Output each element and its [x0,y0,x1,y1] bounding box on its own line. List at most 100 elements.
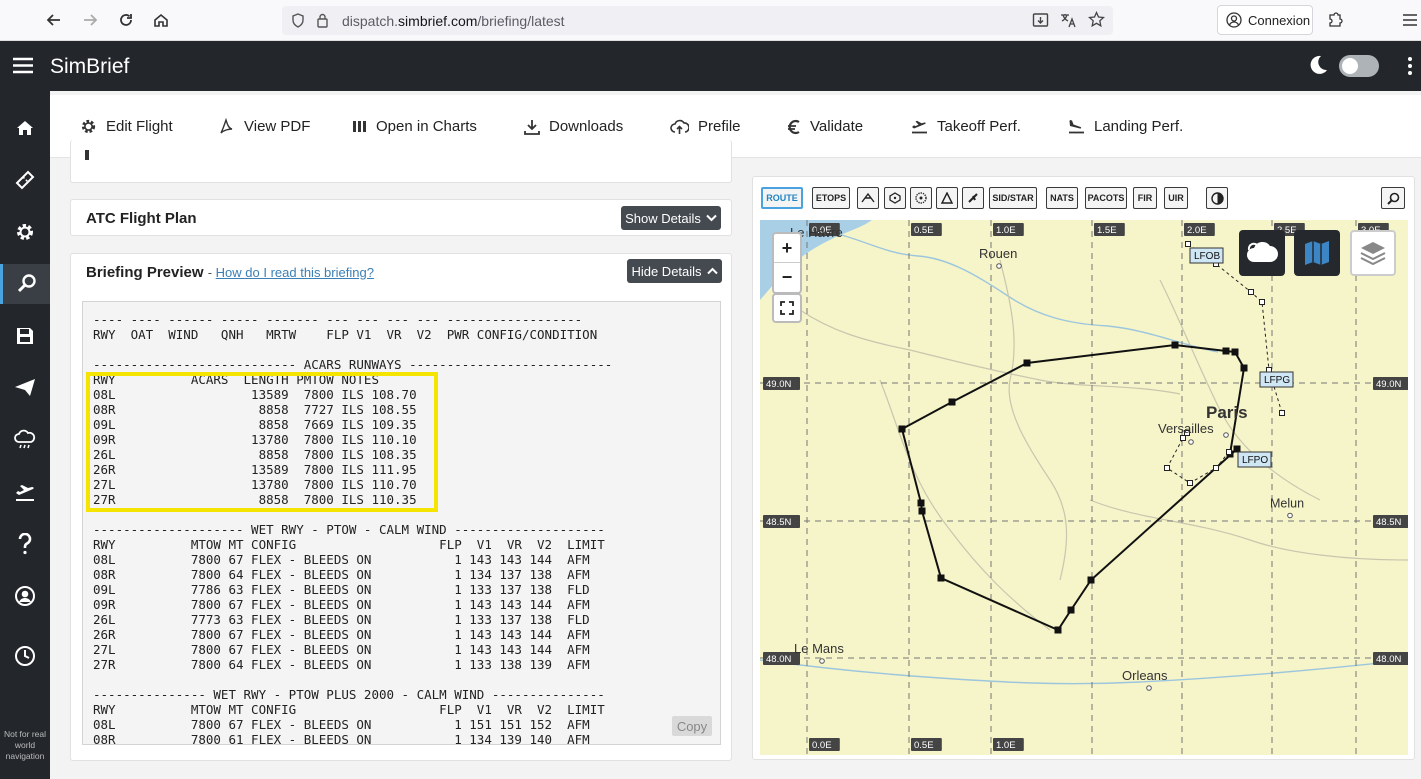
waypoint-tool-icon[interactable] [936,187,958,209]
screenshot-icon[interactable] [1032,12,1049,28]
paper-plane-icon[interactable] [0,368,50,408]
route-waypoint [1054,626,1062,634]
search-icon[interactable] [0,264,50,304]
airway-tool-icon[interactable] [857,187,879,209]
disclaimer-note: Not for real world navigation [3,729,47,761]
route-waypoint [1240,364,1248,372]
latitude-label: 49.0N [1376,379,1401,390]
map-search-icon[interactable] [1381,187,1405,209]
route-waypoint [1087,576,1095,584]
briefing-line: -------------------- WET RWY - PTOW - CA… [93,522,605,537]
route-waypoint [898,425,906,433]
zoom-in-button[interactable]: + [774,234,800,263]
uir-tool-button[interactable]: UIR [1164,187,1188,209]
longitude-label: 0.0E [812,740,832,751]
briefing-header: Briefing Preview - How do I read this br… [86,264,374,281]
longitude-label: 0.5E [914,225,934,236]
reload-icon[interactable] [113,8,139,32]
takeoff-perf-label: Takeoff Perf. [937,118,1021,135]
sid-star-tool-button[interactable]: SID/STAR [989,187,1037,209]
extensions-icon[interactable] [1322,8,1348,32]
briefing-line: RWY MTOW MT CONFIG FLP V1 VR V2 LIMIT [93,702,605,717]
procedure-waypoint [1185,241,1191,247]
home-icon[interactable] [0,108,50,148]
landing-perf-label: Landing Perf. [1094,118,1184,135]
briefing-title: Briefing Preview [86,264,204,281]
ticket-icon[interactable] [0,160,50,200]
home-icon[interactable] [148,8,174,32]
settings-icon[interactable] [0,212,50,252]
city-label: Paris [1206,403,1248,422]
briefing-preview-card: Briefing Preview - How do I read this br… [70,253,732,761]
route-waypoint [917,499,925,507]
route-waypoint [1171,341,1179,349]
route-waypoint [937,574,945,582]
translate-icon[interactable] [1059,12,1077,28]
airport-code[interactable]: LFPO [1242,455,1268,466]
fullscreen-icon[interactable] [772,293,802,323]
account-label: Connexion [1248,12,1311,28]
route-map[interactable]: 0.0E0.0E0.5E0.5E1.0E1.0E1.5E2.0E2.5E3.0E… [760,220,1408,755]
help-icon[interactable] [0,524,50,564]
app-title[interactable]: SimBrief [50,55,129,79]
route-waypoint [1222,347,1230,355]
ndb-tool-icon[interactable] [910,187,932,209]
etops-tool-button[interactable]: ETOPS [812,187,850,209]
view-pdf-label: View PDF [244,118,311,135]
layers-icon[interactable] [1350,230,1396,276]
longitude-label: 1.5E [1097,225,1117,236]
zoom-control: + − [772,232,802,294]
map-view-icon[interactable] [1294,230,1340,276]
briefing-text-area[interactable]: ---- ---- ------ ----- ------- --- --- -… [82,301,721,745]
weather-layer-icon[interactable] [1239,230,1285,276]
contrast-tool-icon[interactable] [1206,187,1228,209]
takeoff-icon[interactable] [0,472,50,512]
takeoff-perf-button[interactable]: Takeoff Perf. [911,95,1021,158]
nats-tool-button[interactable]: NATS [1046,187,1078,209]
river-seine [837,233,1219,353]
back-icon[interactable] [41,8,67,32]
acars-runways-highlight [86,372,438,512]
briefing-help-link[interactable]: How do I read this briefing? [216,265,374,280]
vor-tool-icon[interactable] [884,187,906,209]
airport-tool-icon[interactable] [962,187,984,209]
address-bar[interactable]: dispatch.simbrief.com/briefing/latest [282,6,1113,35]
url-text[interactable]: dispatch.simbrief.com/briefing/latest [342,13,565,29]
menu-icon[interactable] [1397,8,1421,32]
dark-mode-toggle[interactable] [1339,55,1379,77]
validate-button[interactable]: Validate [786,95,863,158]
history-icon[interactable] [0,636,50,676]
cloud-upload-icon [670,119,689,135]
chevron-down-icon [706,214,717,222]
app-header: SimBrief [0,41,1421,91]
cloud-rain-icon[interactable] [0,420,50,460]
lock-icon[interactable] [316,13,329,28]
procedure-waypoint [1248,289,1254,295]
landing-perf-button[interactable]: Landing Perf. [1068,95,1183,158]
hide-details-button[interactable]: Hide Details [627,259,722,283]
star-path [1166,432,1230,484]
zoom-out-button[interactable]: − [774,263,800,292]
briefing-line: 27R 7800 64 FLEX - BLEEDS ON 1 133 138 1… [93,657,590,672]
airport-code[interactable]: LFPG [1264,375,1290,386]
route-tool-button[interactable]: ROUTE [761,187,803,209]
user-icon[interactable] [0,576,50,616]
latitude-label: 48.5N [766,517,791,528]
procedure-waypoint [1164,465,1170,471]
route-map-card: ROUTE ETOPS SID/STAR NATS PACOTS FIR UIR [752,176,1415,760]
copy-button[interactable]: Copy [672,716,712,736]
city-dot [819,658,825,664]
more-options-icon[interactable] [1407,57,1413,75]
fir-tool-button[interactable]: FIR [1133,187,1157,209]
bookmark-star-icon[interactable] [1088,11,1105,28]
pacots-tool-button[interactable]: PACOTS [1085,187,1127,209]
briefing-line: 26L 7773 63 FLEX - BLEEDS ON 1 133 137 1… [93,612,590,627]
shield-icon[interactable] [291,13,305,28]
save-icon[interactable] [0,316,50,356]
forward-icon[interactable] [77,8,103,32]
airport-code[interactable]: LFOB [1194,251,1220,262]
briefing-line: RWY OAT WIND QNH MRTW FLP V1 VR V2 PWR C… [93,327,598,342]
hamburger-icon[interactable] [13,57,33,74]
show-details-button[interactable]: Show Details [621,206,721,230]
account-button[interactable]: Connexion [1217,5,1313,35]
